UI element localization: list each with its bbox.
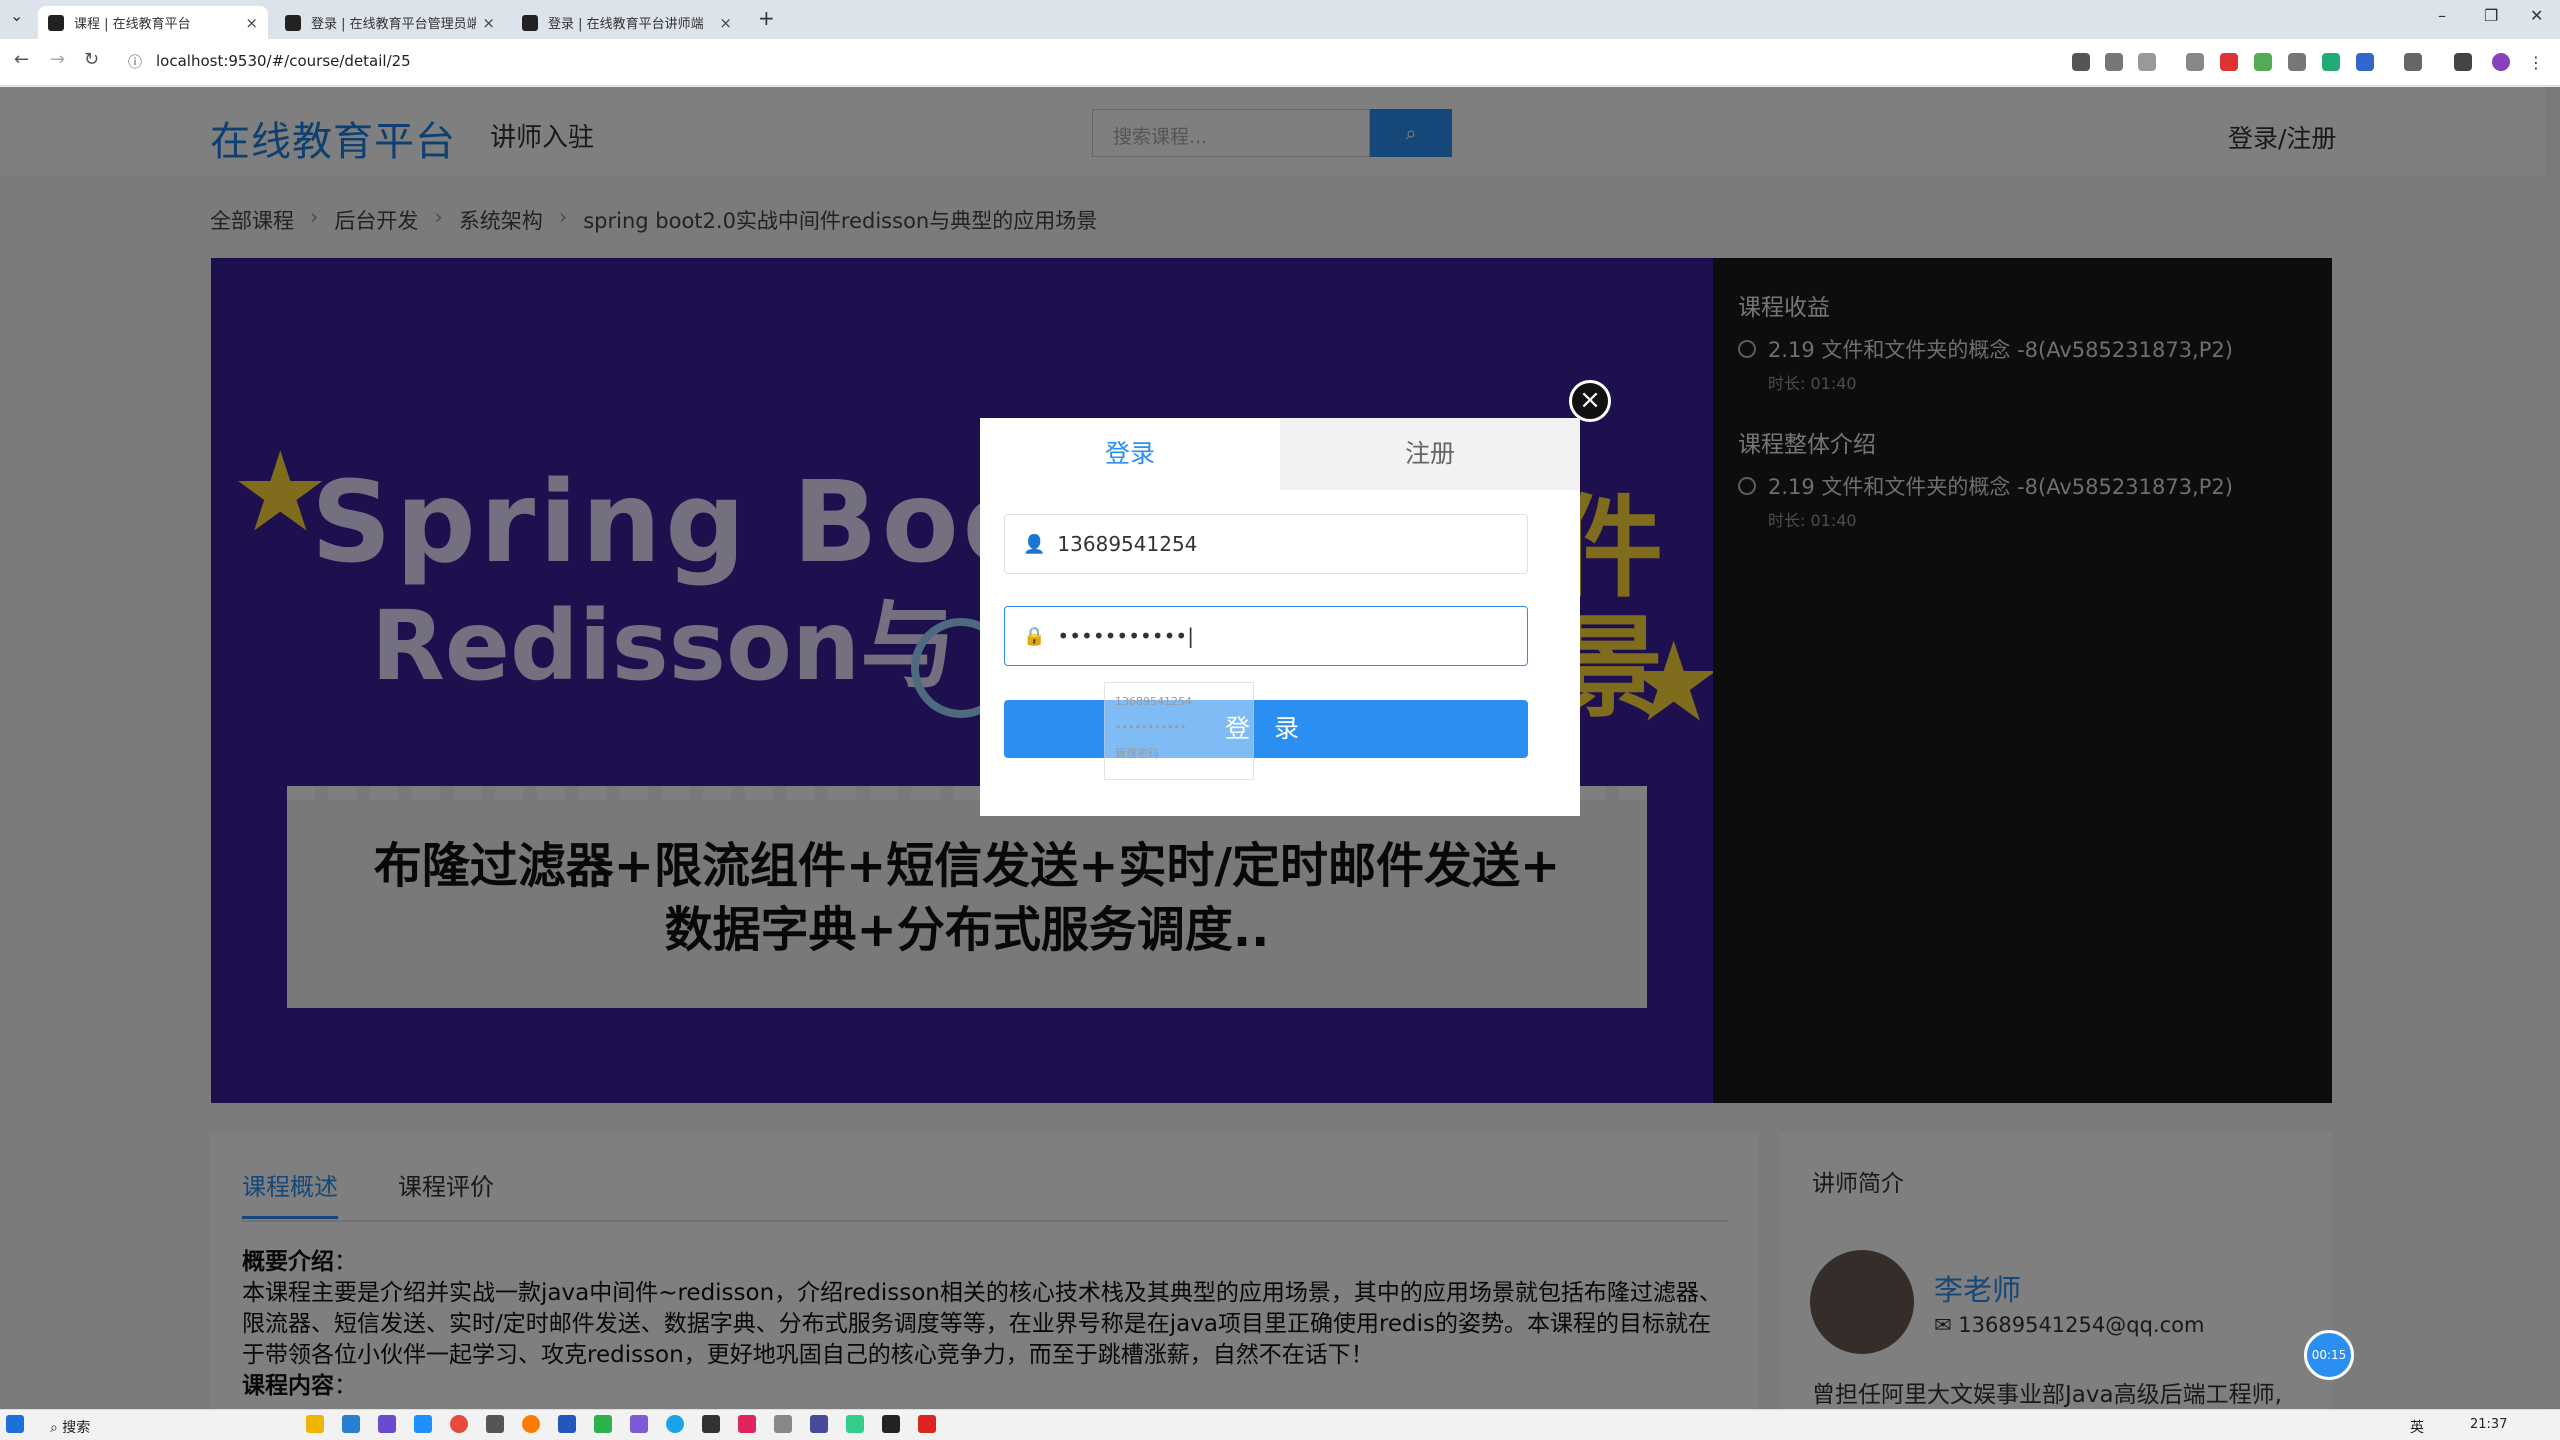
taskbar-search-label: 搜索	[62, 1420, 91, 1436]
os-taskbar: ⌕ 搜索 英 21:37	[0, 1409, 2560, 1440]
translate-extension-icon[interactable]	[2356, 53, 2374, 71]
sidebar-toggle-icon[interactable]	[2454, 53, 2472, 71]
store-icon[interactable]	[342, 1415, 360, 1433]
app-icon[interactable]	[810, 1415, 828, 1433]
site-favicon-icon	[522, 14, 538, 31]
bookmark-star-icon[interactable]	[2138, 53, 2156, 71]
green-extension-icon[interactable]	[2254, 53, 2272, 71]
site-info-icon[interactable]: ⓘ	[128, 52, 142, 72]
chrome-icon[interactable]	[450, 1415, 468, 1433]
reload-icon[interactable]: ↻	[84, 49, 99, 70]
app-icon[interactable]	[702, 1415, 720, 1433]
page-scrollbar[interactable]	[2545, 87, 2560, 1409]
copy-extension-icon[interactable]	[2288, 53, 2306, 71]
new-tab-button[interactable]: +	[758, 6, 775, 30]
phone-value: 13689541254	[1057, 532, 1198, 556]
autofill-password: •••••••••••	[1115, 721, 1187, 734]
vue-extension-icon[interactable]	[2322, 53, 2340, 71]
taskbar-search[interactable]: ⌕ 搜索	[50, 1417, 90, 1437]
app-icon[interactable]	[846, 1415, 864, 1433]
app-icon[interactable]	[378, 1415, 396, 1433]
app-icon[interactable]	[630, 1415, 648, 1433]
app-icon[interactable]	[414, 1415, 432, 1433]
back-icon[interactable]: ←	[14, 49, 29, 70]
url-field[interactable]: localhost:9530/#/course/detail/25	[156, 52, 411, 70]
search-icon: ⌕	[50, 1420, 63, 1436]
floating-timer-badge[interactable]: 00:15	[2304, 1330, 2354, 1380]
login-modal: 登录 注册 👤 13689541254 🔒 ••••••••••• | 登 录	[980, 418, 1580, 816]
browser-menu-icon[interactable]: ⋮	[2528, 53, 2546, 72]
forward-icon[interactable]: →	[50, 49, 65, 70]
browser-tab-course[interactable]: 课程 | 在线教育平台 ×	[38, 6, 268, 39]
camera-extension-icon[interactable]	[2186, 53, 2204, 71]
autofill-manage-passwords[interactable]: 管理密码	[1115, 741, 1243, 767]
user-icon: 👤	[1023, 533, 1046, 555]
text-caret: |	[1187, 624, 1194, 648]
browser-tab-admin-login[interactable]: 登录 | 在线教育平台管理员端 ×	[275, 6, 505, 39]
minimize-icon[interactable]: –	[2438, 6, 2446, 25]
app-icon[interactable]	[918, 1415, 936, 1433]
browser-tab-bar: 课程 | 在线教育平台 × 登录 | 在线教育平台管理员端 × 登录 | 在线教…	[0, 0, 2560, 39]
extensions-puzzle-icon[interactable]	[2404, 53, 2422, 71]
tab-login[interactable]: 登录	[980, 418, 1280, 490]
password-key-icon[interactable]	[2072, 53, 2090, 71]
password-autofill-dropdown[interactable]: 13689541254 ••••••••••• 管理密码	[1104, 682, 1254, 780]
tab-title: 登录 | 在线教育平台讲师端	[548, 17, 704, 32]
restore-icon[interactable]: ❐	[2484, 6, 2498, 25]
wechat-icon[interactable]	[594, 1415, 612, 1433]
phone-input[interactable]: 👤 13689541254	[1004, 514, 1528, 574]
shield-extension-icon[interactable]	[2220, 53, 2238, 71]
password-value: •••••••••••	[1057, 624, 1188, 648]
browser-tab-teacher-login[interactable]: 登录 | 在线教育平台讲师端 ×	[512, 6, 742, 39]
zoom-icon[interactable]	[2105, 53, 2123, 71]
site-favicon-icon	[285, 14, 301, 31]
file-explorer-icon[interactable]	[306, 1415, 324, 1433]
window-close-icon[interactable]: ✕	[2530, 6, 2543, 25]
edge-icon[interactable]	[666, 1415, 684, 1433]
autofill-user[interactable]: 13689541254	[1115, 689, 1243, 715]
modal-close-button[interactable]: ×	[1569, 380, 1611, 422]
lock-icon: 🔒	[1023, 625, 1046, 647]
login-submit-button[interactable]: 登 录	[1004, 700, 1528, 758]
tab-title: 课程 | 在线教育平台	[74, 17, 191, 32]
profile-avatar[interactable]	[2492, 53, 2510, 71]
tab-title: 登录 | 在线教育平台管理员端	[311, 17, 477, 32]
tab-close-icon[interactable]: ×	[245, 14, 258, 32]
app-icon[interactable]	[882, 1415, 900, 1433]
app-icon[interactable]	[774, 1415, 792, 1433]
tab-list-chevron-icon[interactable]: ⌄	[10, 6, 23, 25]
taskbar-clock[interactable]: 21:37	[2470, 1417, 2507, 1432]
password-input[interactable]: 🔒 ••••••••••• |	[1004, 606, 1528, 666]
app-icon[interactable]	[738, 1415, 756, 1433]
app-icon[interactable]	[558, 1415, 576, 1433]
start-windows-icon[interactable]	[6, 1415, 24, 1433]
tab-register[interactable]: 注册	[1280, 418, 1580, 490]
site-favicon-icon	[48, 14, 64, 31]
firefox-icon[interactable]	[522, 1415, 540, 1433]
tab-close-icon[interactable]: ×	[719, 14, 732, 32]
tab-close-icon[interactable]: ×	[482, 14, 495, 32]
settings-icon[interactable]	[486, 1415, 504, 1433]
input-method-indicator[interactable]: 英	[2410, 1417, 2424, 1437]
